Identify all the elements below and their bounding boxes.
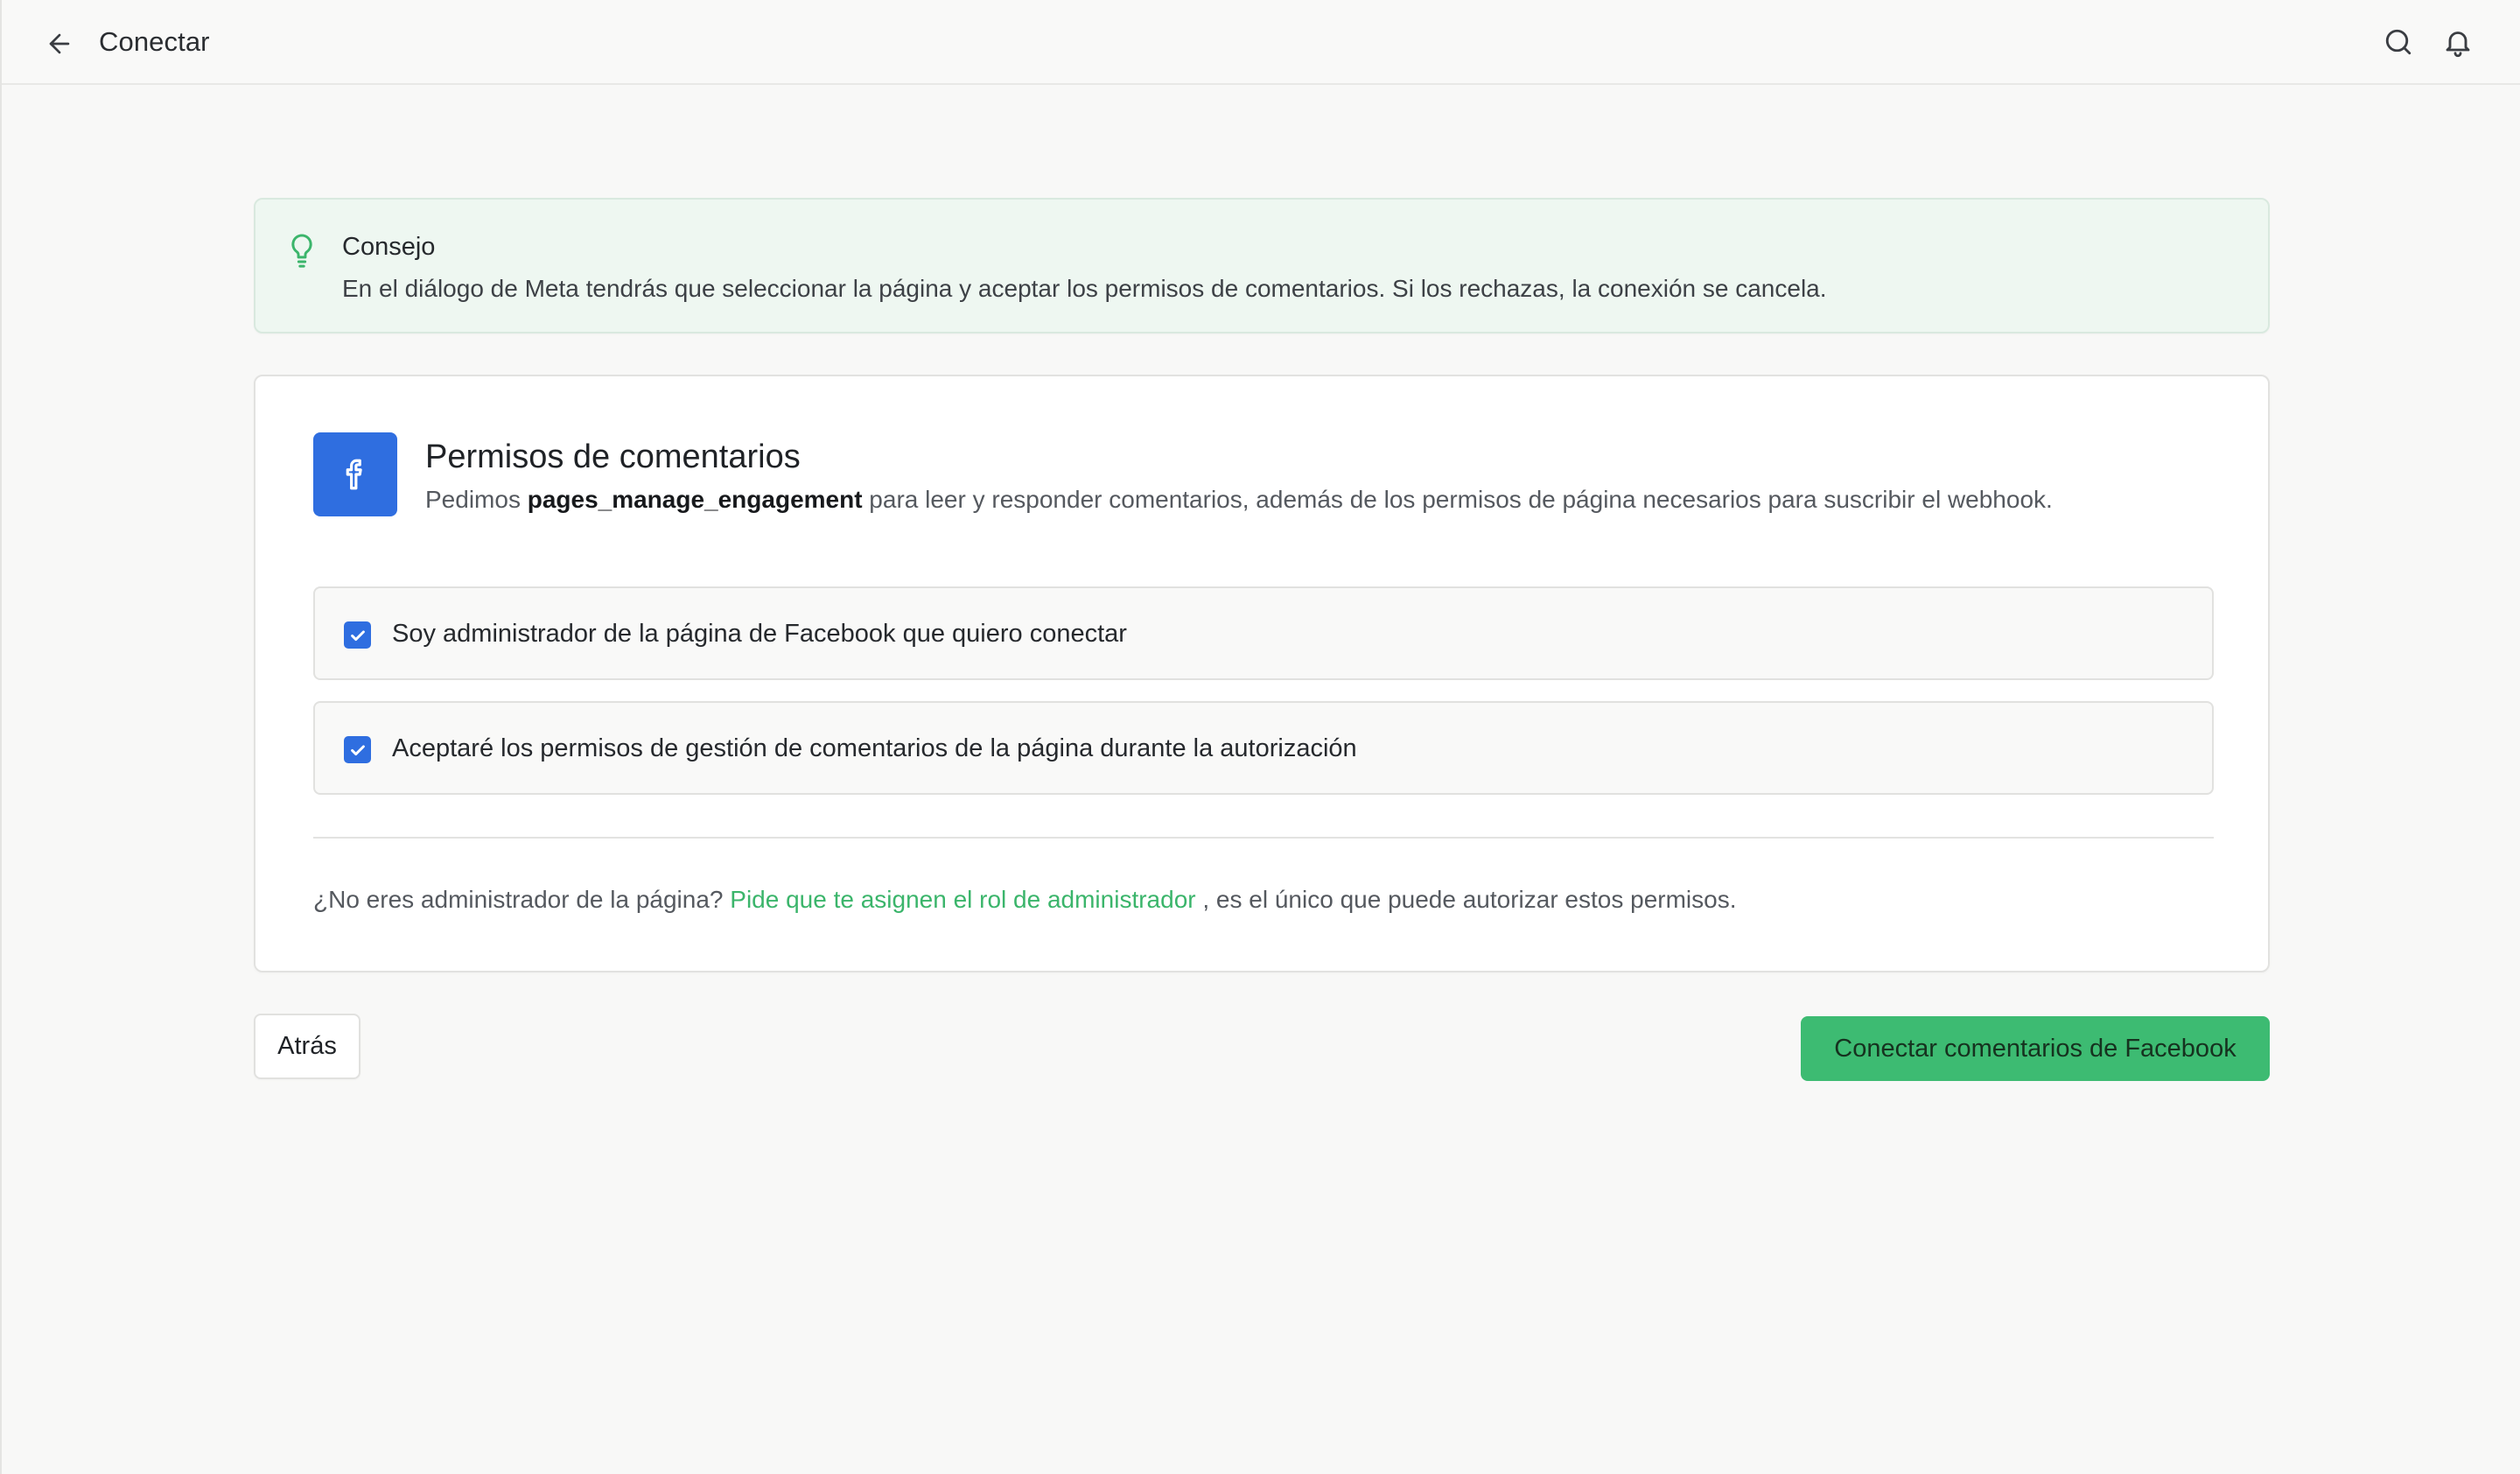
arrow-left-icon [49, 33, 70, 54]
back-button[interactable]: Atrás [254, 1014, 360, 1079]
admin-confirm-checkbox-row[interactable]: Soy administrador de la página de Facebo… [313, 586, 2214, 680]
check-icon [350, 629, 365, 641]
page-title: Conectar [99, 26, 210, 57]
header-actions [2380, 24, 2476, 60]
accept-permissions-label: Aceptaré los permisos de gestión de come… [392, 734, 1357, 762]
connect-facebook-comments-button[interactable]: Conectar comentarios de Facebook [1801, 1016, 2270, 1081]
permissions-scope: pages_manage_engagement [527, 486, 863, 513]
app-window: Conectar Consejo En el diálogo de Meta t… [0, 0, 2520, 1474]
tip-callout: Consejo En el diálogo de Meta tendrás qu… [254, 198, 2270, 333]
main-content: Consejo En el diálogo de Meta tendrás qu… [254, 198, 2270, 972]
lightbulb-icon [291, 234, 312, 268]
admin-note-suffix: , es el único que puede autorizar estos … [1195, 886, 1737, 913]
search-button[interactable] [2380, 24, 2417, 60]
permissions-card: Permisos de comentarios Pedimos pages_ma… [254, 375, 2270, 972]
facebook-badge [313, 432, 397, 516]
admin-note-prefix: ¿No eres administrador de la página? [313, 886, 731, 913]
tip-title: Consejo [342, 233, 436, 261]
tip-text: En el diálogo de Meta tendrás que selecc… [342, 275, 1827, 302]
check-icon [350, 744, 365, 755]
permissions-description: Pedimos pages_manage_engagement para lee… [425, 484, 2053, 516]
accept-permissions-checkbox[interactable] [344, 736, 371, 763]
facebook-icon [346, 459, 362, 490]
admin-confirm-label: Soy administrador de la página de Facebo… [392, 620, 1127, 648]
top-header: Conectar [2, 0, 2520, 85]
admin-note: ¿No eres administrador de la página? Pid… [313, 884, 1737, 916]
permissions-desc-suffix: para leer y responder comentarios, ademá… [862, 486, 2053, 513]
back-arrow-button[interactable] [42, 26, 77, 61]
permissions-title: Permisos de comentarios [425, 439, 801, 475]
accept-permissions-checkbox-row[interactable]: Aceptaré los permisos de gestión de come… [313, 701, 2214, 795]
divider [313, 837, 2214, 839]
search-icon [2385, 29, 2412, 55]
admin-confirm-checkbox[interactable] [344, 621, 371, 649]
notifications-button[interactable] [2440, 24, 2476, 60]
request-admin-role-link[interactable]: Pide que te asignen el rol de administra… [730, 886, 1195, 913]
bell-icon [2446, 32, 2470, 58]
permissions-desc-prefix: Pedimos [425, 486, 528, 513]
